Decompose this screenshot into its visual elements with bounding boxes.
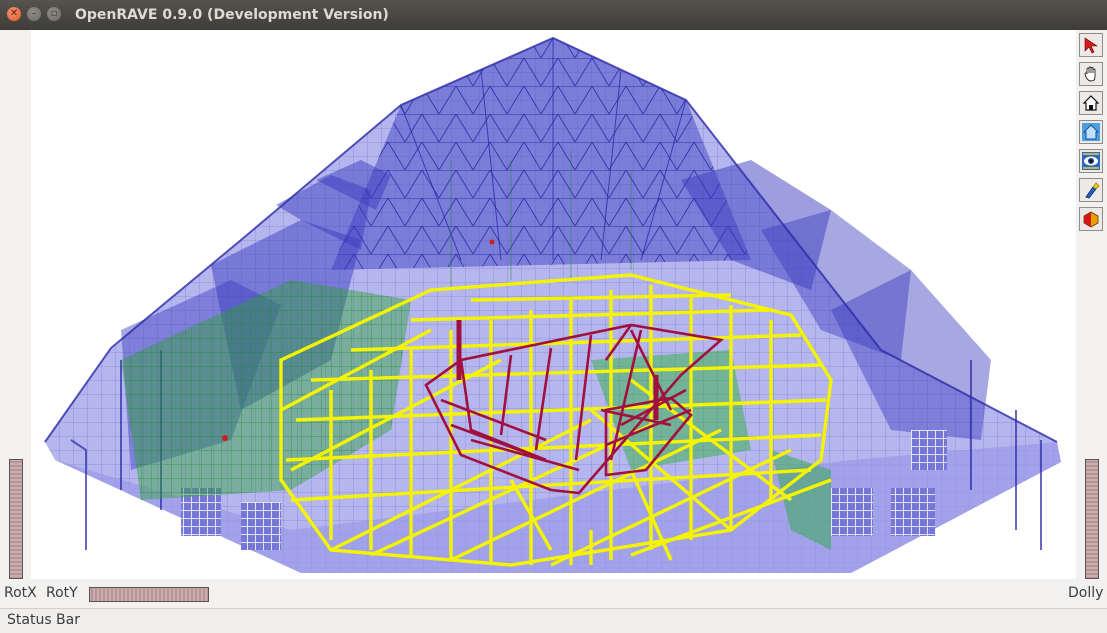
window-title: OpenRAVE 0.9.0 (Development Version) bbox=[75, 7, 389, 23]
marker-point bbox=[222, 435, 228, 441]
home-icon[interactable] bbox=[1079, 91, 1103, 115]
seek-flashlight-icon[interactable] bbox=[1079, 178, 1103, 202]
dolly-label: Dolly bbox=[1068, 585, 1104, 601]
perspective-toggle-icon[interactable] bbox=[1079, 207, 1103, 231]
marker-point bbox=[489, 239, 495, 245]
scene-render bbox=[44, 36, 1061, 573]
dolly-wheel[interactable] bbox=[1085, 459, 1099, 579]
maximize-icon[interactable]: ▫ bbox=[47, 7, 61, 21]
roty-wheel[interactable] bbox=[89, 587, 209, 602]
3d-viewport[interactable] bbox=[31, 30, 1076, 579]
window-titlebar: ✕ – ▫ OpenRAVE 0.9.0 (Development Versio… bbox=[0, 0, 1107, 30]
close-icon[interactable]: ✕ bbox=[7, 7, 21, 21]
rotx-label: RotX bbox=[4, 585, 37, 601]
rotx-wheel[interactable] bbox=[9, 459, 23, 579]
roty-label: RotY bbox=[46, 585, 78, 601]
pan-hand-icon[interactable] bbox=[1079, 62, 1103, 86]
view-all-eye-icon[interactable] bbox=[1079, 149, 1103, 173]
minimize-icon[interactable]: – bbox=[27, 7, 41, 21]
status-text: Status Bar bbox=[7, 612, 81, 628]
set-home-icon[interactable] bbox=[1079, 120, 1103, 144]
select-arrow-icon[interactable] bbox=[1079, 33, 1103, 57]
status-bar: Status Bar bbox=[0, 608, 1107, 633]
